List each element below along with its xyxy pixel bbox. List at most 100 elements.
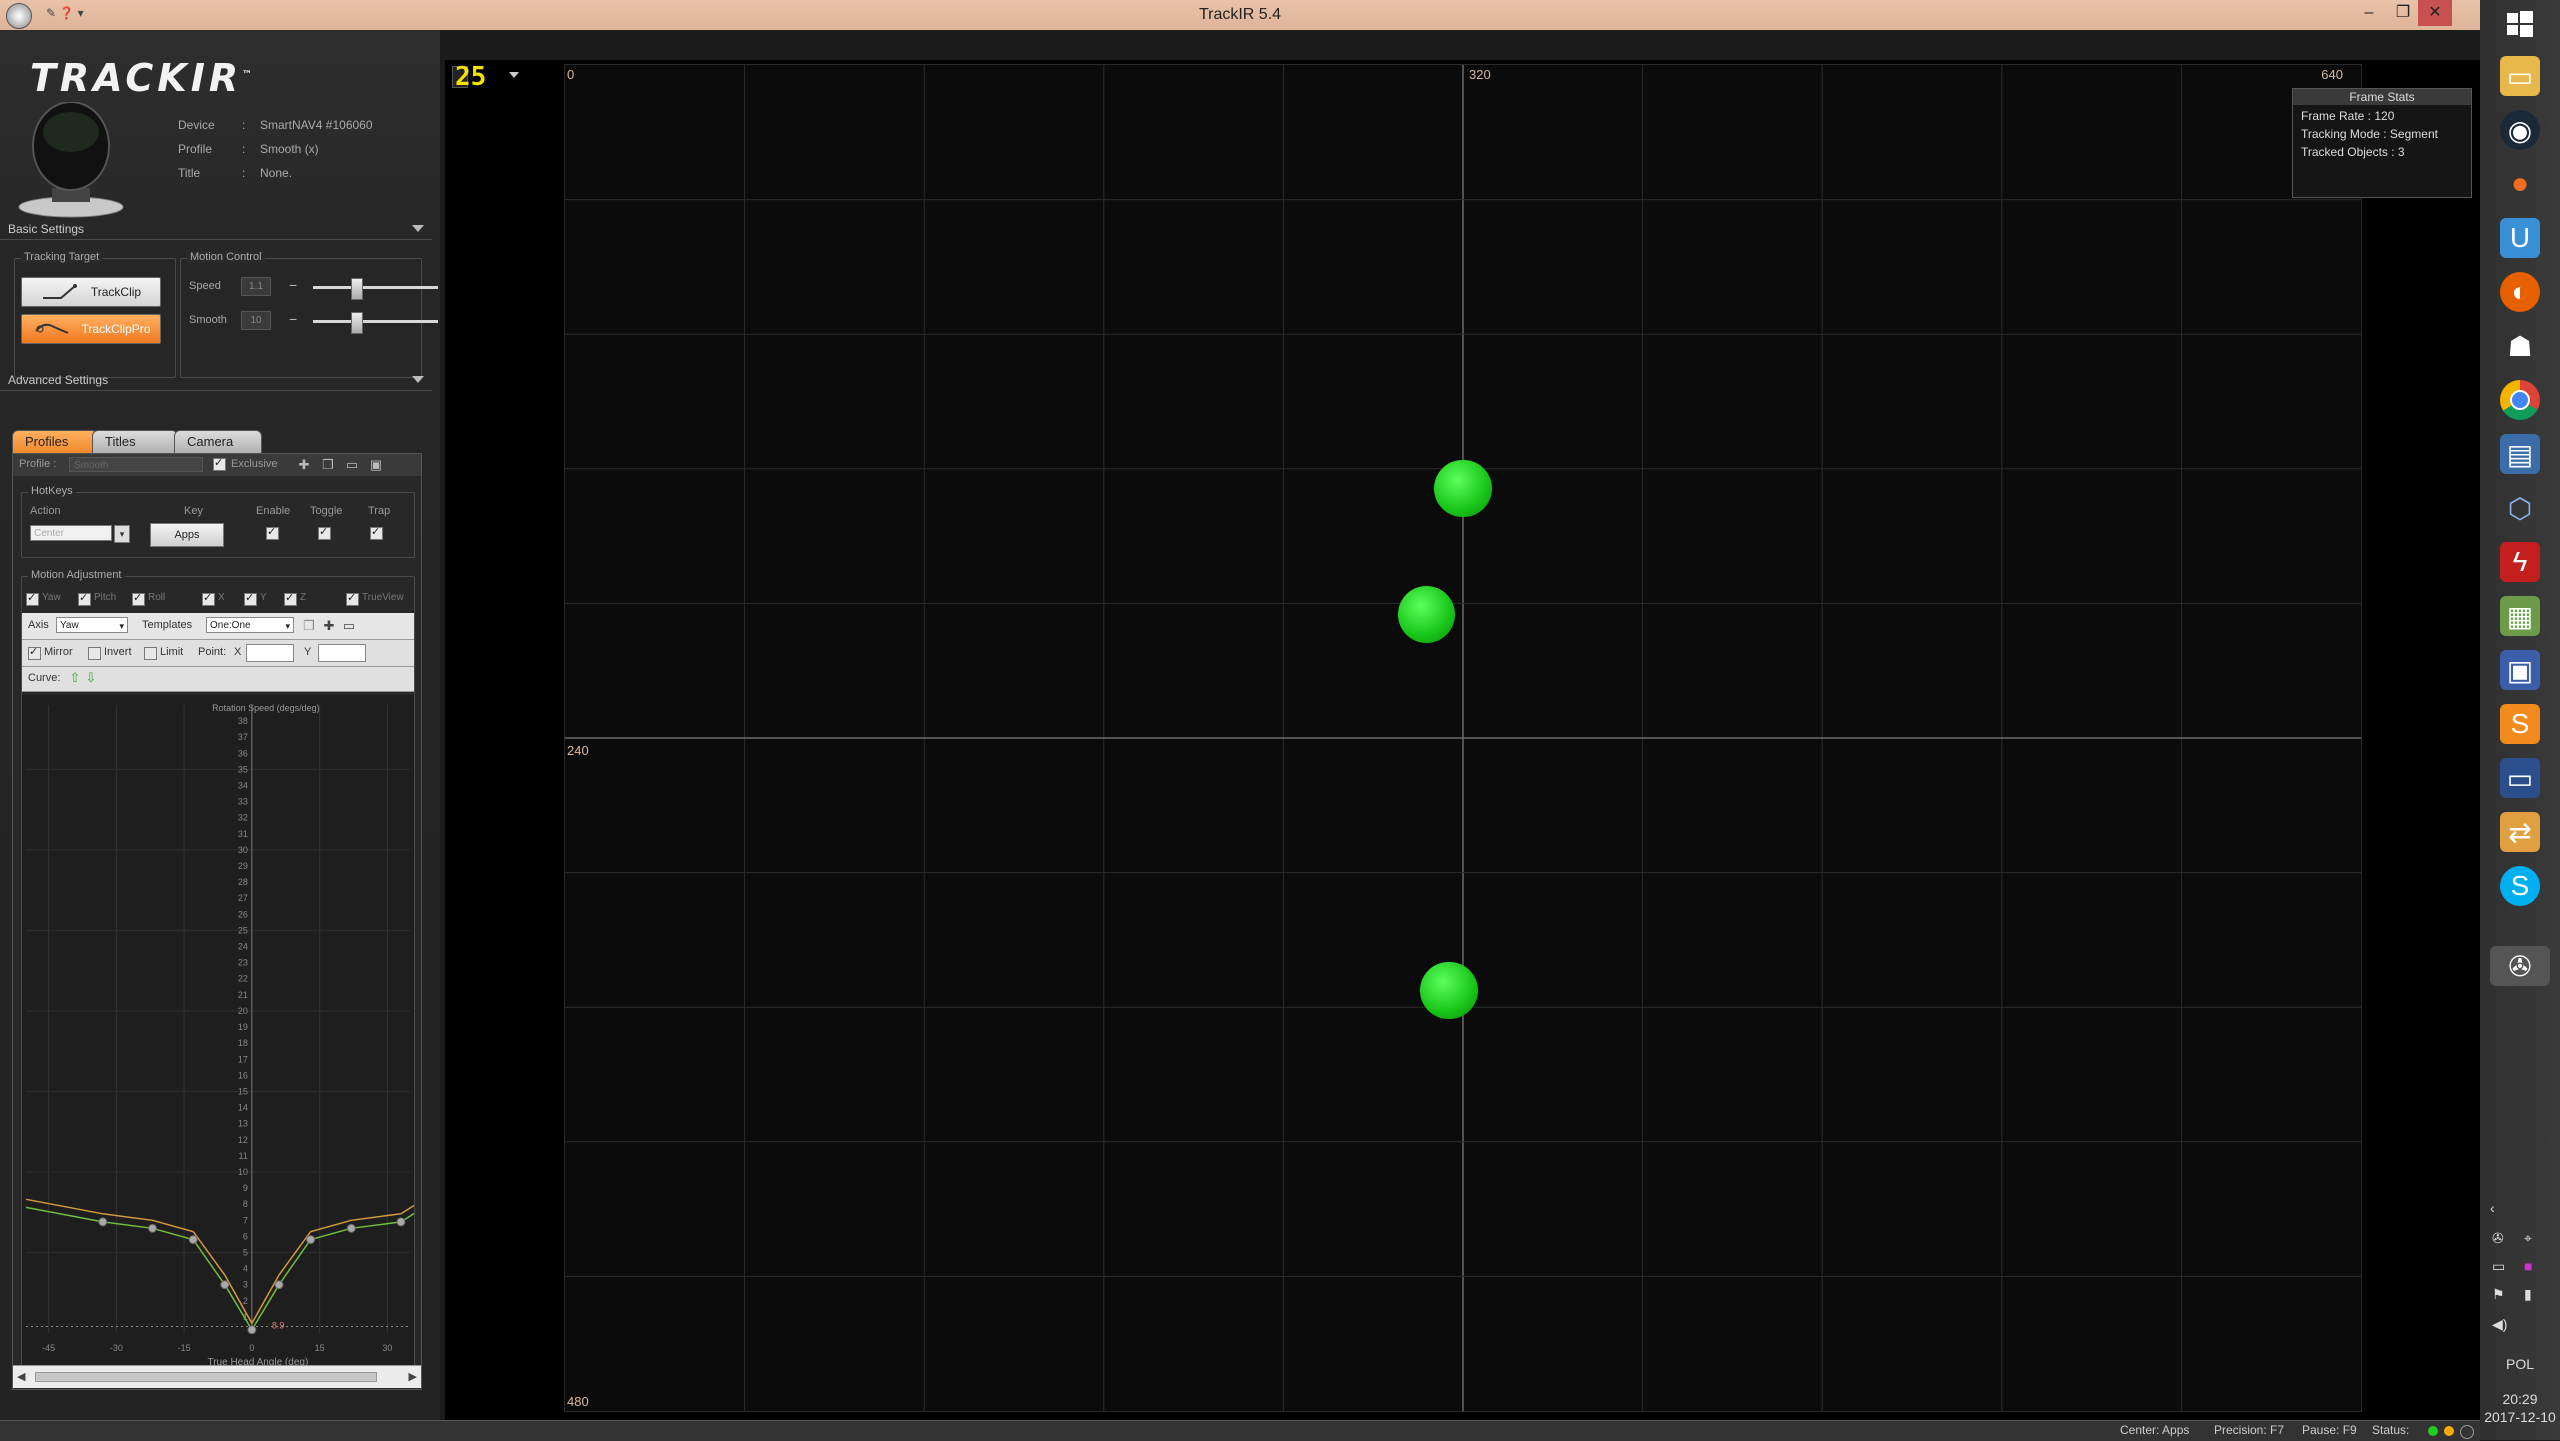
motion-curve-chart[interactable]: 1234567891011121314151617181920212223242… [22, 695, 414, 1379]
hotkey-action-select[interactable]: Center [30, 525, 112, 541]
profile-info: Profile: Smooth (x) [178, 142, 319, 156]
file-explorer-icon[interactable]: ▭ [2500, 56, 2540, 96]
trackir-taskbar-icon[interactable]: ✇ [2490, 946, 2550, 986]
y-tick-label: 4 [243, 1264, 248, 1274]
profile-select[interactable]: Smooth [69, 457, 203, 472]
smooth-slider[interactable] [313, 312, 438, 334]
hotkey-toggle-checkbox[interactable] [318, 525, 331, 540]
curve-down-arrow-icon[interactable]: ⇩ [84, 671, 98, 685]
language-indicator[interactable]: POL [2480, 1356, 2560, 1372]
axis-pitch-checkbox[interactable] [78, 591, 91, 606]
windows-start-icon[interactable] [2500, 4, 2540, 44]
close-button[interactable]: ✕ [2418, 0, 2452, 26]
title-value: None. [260, 166, 293, 180]
volume-icon[interactable]: ◀) [2492, 1316, 2507, 1333]
tab-titles[interactable]: Titles [92, 430, 178, 453]
hotkey-trap-checkbox[interactable] [370, 525, 383, 540]
flash-icon[interactable]: ϟ [2500, 542, 2540, 582]
tray-expand-icon[interactable]: ‹ [2490, 1200, 2495, 1216]
curve-up-arrow-icon[interactable]: ⇧ [68, 671, 82, 685]
chrome-icon[interactable] [2500, 380, 2540, 420]
advanced-settings-header[interactable]: Advanced Settings [0, 373, 432, 391]
folder-transfer-icon[interactable]: ⇄ [2500, 812, 2540, 852]
speed-field[interactable]: 1.1 [241, 277, 271, 296]
skype-icon[interactable]: S [2500, 866, 2540, 906]
speed-slider[interactable] [313, 278, 438, 300]
curve-control-point [220, 1280, 230, 1290]
minimize-button[interactable]: – [2352, 0, 2386, 26]
sublime-text-icon[interactable]: S [2500, 704, 2540, 744]
tray-network-icon[interactable]: ▭ [2492, 1258, 2505, 1275]
camera-canvas[interactable]: 0 320 640 240 480 [564, 64, 2362, 1412]
signal-icon[interactable]: ▮ [2524, 1286, 2532, 1303]
chevron-down-icon [412, 225, 424, 232]
curve-control-point [346, 1223, 356, 1233]
chevron-down-icon[interactable] [509, 72, 519, 78]
trackclip-button[interactable]: TrackClip [21, 277, 161, 307]
curve-control-point [306, 1235, 316, 1245]
axis-z-checkbox[interactable] [284, 591, 297, 606]
copy-profile-icon[interactable]: ❐ [321, 458, 335, 472]
speed-row: Speed 1.1 − [189, 277, 439, 300]
trackir-tray-icon[interactable]: ✇ [2492, 1230, 2504, 1247]
firefox-icon[interactable]: ◐ [2500, 272, 2540, 312]
horizontal-scrollbar[interactable]: ◀ ▶ [13, 1365, 421, 1388]
scrollbar-thumb[interactable] [35, 1372, 377, 1382]
copy-template-icon[interactable]: ❐ [302, 619, 316, 633]
remove-profile-icon[interactable]: ▭ [345, 458, 359, 472]
virtualbox-icon[interactable]: ⬡ [2500, 488, 2540, 528]
chevron-down-icon[interactable]: ▾ [114, 525, 130, 543]
tray-cursor-icon[interactable]: ⌖ [2524, 1230, 2532, 1247]
save-profile-icon[interactable]: ▣ [369, 458, 383, 472]
clock[interactable]: 20:29 2017-12-10 [2480, 1390, 2560, 1426]
tray-app-icon[interactable]: ■ [2524, 1258, 2532, 1274]
axis-select[interactable]: Yaw ▾ [56, 617, 128, 633]
axis-roll-checkbox[interactable] [132, 591, 145, 606]
smooth-field[interactable]: 10 [241, 311, 271, 330]
maximize-button[interactable]: ❐ [2386, 0, 2420, 26]
smooth-decrease-button[interactable]: − [289, 311, 297, 327]
templates-select[interactable]: One:One ▾ [206, 617, 294, 633]
scroll-right-icon[interactable]: ▶ [409, 1370, 417, 1383]
speed-slider-thumb[interactable] [350, 278, 363, 300]
chart-title: Rotation Speed (degs/deg) [212, 703, 320, 713]
exclusive-checkbox[interactable] [213, 456, 226, 471]
scroll-left-icon[interactable]: ◀ [17, 1370, 25, 1383]
tab-profiles[interactable]: Profiles [12, 430, 98, 453]
invert-checkbox[interactable] [88, 647, 101, 660]
origin-icon[interactable]: ● [2500, 164, 2540, 204]
axis-x-checkbox[interactable] [202, 591, 215, 606]
y-tick-label: 14 [238, 1103, 248, 1113]
remote-desktop-icon[interactable]: ▤ [2500, 434, 2540, 474]
remove-template-icon[interactable]: ▭ [342, 619, 356, 633]
limit-checkbox[interactable] [144, 647, 157, 660]
flag-icon[interactable]: ⚑ [2492, 1286, 2505, 1303]
add-profile-icon[interactable]: ✚ [297, 458, 311, 472]
hotkey-enable-checkbox[interactable] [266, 525, 279, 540]
photo-app-icon[interactable]: ▦ [2500, 596, 2540, 636]
mirror-checkbox[interactable] [28, 645, 41, 660]
hotkeys-col-action: Action [30, 505, 61, 517]
trackclippro-button[interactable]: TrackClipPro [21, 314, 161, 344]
axis-trueview-checkbox[interactable] [346, 591, 359, 606]
add-template-icon[interactable]: ✚ [322, 619, 336, 633]
basic-settings-label: Basic Settings [8, 222, 85, 236]
steam-icon[interactable]: ◉ [2500, 110, 2540, 150]
uplay-icon[interactable]: U [2500, 218, 2540, 258]
monitor-app-icon[interactable]: ▭ [2500, 758, 2540, 798]
axis-y-checkbox[interactable] [244, 591, 257, 606]
point-x-field[interactable] [246, 644, 294, 662]
point-y-field[interactable] [318, 644, 366, 662]
fox-app-icon[interactable]: ☗ [2500, 326, 2540, 366]
profile-label: Profile : [19, 458, 57, 470]
tab-camera[interactable]: Camera [174, 430, 262, 453]
smooth-slider-thumb[interactable] [350, 312, 363, 334]
chevron-down-icon [412, 376, 424, 383]
save-disk-icon[interactable]: ▣ [2500, 650, 2540, 690]
axis-yaw-checkbox[interactable] [26, 591, 39, 606]
basic-settings-header[interactable]: Basic Settings [0, 222, 432, 240]
chart-background [22, 695, 414, 1379]
speed-decrease-button[interactable]: − [289, 277, 297, 293]
hotkey-key-button[interactable]: Apps [150, 523, 224, 547]
status-bar: Center: Apps Precision: F7 Pause: F9 Sta… [0, 1420, 2480, 1441]
